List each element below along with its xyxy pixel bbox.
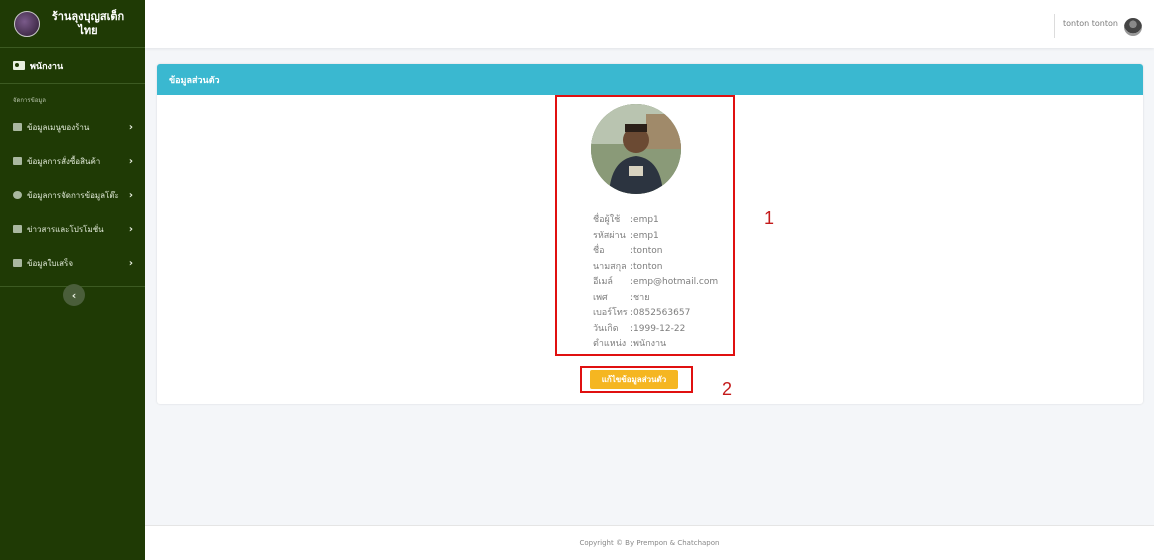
database-icon xyxy=(13,191,22,199)
chevron-right-icon: › xyxy=(128,257,133,269)
table-icon xyxy=(13,123,22,131)
topbar-username[interactable]: tonton tonton xyxy=(1063,19,1118,28)
chevron-right-icon: › xyxy=(128,155,133,167)
sidebar-item-label: ข้อมูลการสั่งซื้อสินค้า xyxy=(27,156,101,166)
card-title: ข้อมูลส่วนตัว xyxy=(157,64,1143,95)
sidebar-section-label: จัดการข้อมูล xyxy=(13,97,46,104)
cart-icon xyxy=(13,157,22,165)
id-card-icon xyxy=(13,61,25,70)
sidebar-item-label: ข้อมูลเมนูของร้าน xyxy=(27,122,90,132)
chevron-left-icon: ‹ xyxy=(71,288,77,302)
topbar: tonton tonton xyxy=(145,0,1154,48)
sidebar: ร้านลุงบุญสเต็ก ไทย พนักงาน จัดการข้อมูล… xyxy=(0,0,145,560)
sidebar-collapse-button[interactable]: ‹ xyxy=(63,284,85,306)
sidebar-item-label: ข่าวสารและโปรโมชั่น xyxy=(27,224,104,234)
topbar-divider xyxy=(1054,14,1055,38)
chevron-right-icon: › xyxy=(128,223,133,235)
annotation-number-1: 1 xyxy=(764,208,775,228)
chevron-right-icon: › xyxy=(128,189,133,201)
annotation-number-2: 2 xyxy=(722,379,733,399)
sidebar-item-news[interactable]: ข่าวสารและโปรโมชั่น › xyxy=(0,212,145,246)
receipt-icon xyxy=(13,259,22,267)
sidebar-item-menu[interactable]: ข้อมูลเมนูของร้าน › xyxy=(0,110,145,144)
avatar[interactable] xyxy=(1124,18,1142,36)
sidebar-item-tables[interactable]: ข้อมูลการจัดการข้อมูลโต๊ะ › xyxy=(0,178,145,212)
annotation-box-2 xyxy=(580,366,693,393)
brand-logo xyxy=(14,10,40,37)
chevron-right-icon: › xyxy=(128,121,133,133)
annotation-box-1 xyxy=(555,95,735,356)
sidebar-user[interactable]: พนักงาน xyxy=(0,48,145,84)
sidebar-item-orders[interactable]: ข้อมูลการสั่งซื้อสินค้า › xyxy=(0,144,145,178)
footer: Copyright © By Prempon & Chatchapon xyxy=(145,525,1154,560)
sidebar-user-label: พนักงาน xyxy=(30,61,64,72)
sidebar-item-receipts[interactable]: ข้อมูลใบเสร็จ › xyxy=(0,246,145,280)
sidebar-item-label: ข้อมูลใบเสร็จ xyxy=(27,258,74,268)
megaphone-icon xyxy=(13,225,22,233)
brand[interactable]: ร้านลุงบุญสเต็ก ไทย xyxy=(0,0,145,48)
brand-title: ร้านลุงบุญสเต็ก ไทย xyxy=(51,9,125,37)
sidebar-item-label: ข้อมูลการจัดการข้อมูลโต๊ะ xyxy=(27,190,119,200)
